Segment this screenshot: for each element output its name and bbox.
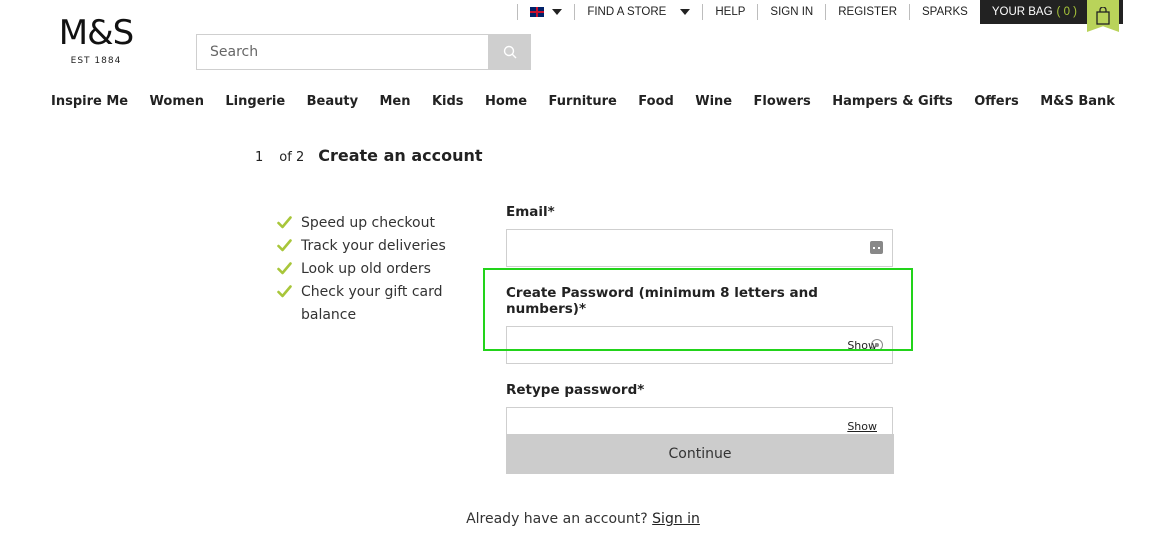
benefit-text: Check your gift card balance xyxy=(301,284,443,323)
checkmark-icon xyxy=(277,285,292,298)
bag-label: YOUR BAG xyxy=(991,6,1053,18)
nav-item-men[interactable]: Men xyxy=(373,94,418,109)
brand-logo[interactable]: M&S EST 1884 xyxy=(50,14,142,66)
help-link[interactable]: HELP xyxy=(703,0,757,24)
nav-item-inspire-me[interactable]: Inspire Me xyxy=(44,94,135,109)
nav-item-furniture[interactable]: Furniture xyxy=(542,94,624,109)
benefits-list: Speed up checkout Track your deliveries … xyxy=(277,212,447,327)
checkmark-icon xyxy=(277,216,292,229)
search-button[interactable] xyxy=(488,34,531,70)
your-bag-button[interactable]: YOUR BAG ( 0 ) xyxy=(979,0,1123,32)
find-store-link[interactable]: FIND A STORE xyxy=(575,0,702,24)
nav-item-ms-bank[interactable]: M&S Bank xyxy=(1033,94,1122,109)
step-indicator: 1 of 2 Create an account xyxy=(255,146,483,165)
search-input[interactable] xyxy=(196,34,488,70)
nav-item-hampers-gifts[interactable]: Hampers & Gifts xyxy=(825,94,960,109)
checkmark-icon xyxy=(277,262,292,275)
password-field-wrapper: Show xyxy=(506,326,893,364)
search-bar xyxy=(196,34,531,70)
nav-item-lingerie[interactable]: Lingerie xyxy=(218,94,292,109)
benefit-text: Track your deliveries xyxy=(301,238,446,254)
register-link[interactable]: REGISTER xyxy=(826,0,909,24)
benefit-text: Look up old orders xyxy=(301,261,431,277)
password-label: Create Password (minimum 8 letters and n… xyxy=(506,285,818,317)
nav-item-kids[interactable]: Kids xyxy=(425,94,471,109)
benefit-text: Speed up checkout xyxy=(301,215,435,231)
chevron-down-icon xyxy=(680,9,691,15)
have-account-text: Already have an account? xyxy=(466,511,648,527)
chevron-down-icon xyxy=(552,9,563,15)
utility-bar: FIND A STORE HELP SIGN IN REGISTER SPARK… xyxy=(517,0,1123,32)
logo-mark: M&S xyxy=(58,13,134,53)
sign-in-link[interactable]: SIGN IN xyxy=(758,0,825,24)
nav-item-beauty[interactable]: Beauty xyxy=(300,94,365,109)
nav-item-flowers[interactable]: Flowers xyxy=(747,94,818,109)
list-item: Speed up checkout xyxy=(277,212,447,235)
continue-button[interactable]: Continue xyxy=(506,434,894,474)
email-field-wrapper xyxy=(506,229,893,267)
retype-password-label: Retype password* xyxy=(506,382,645,398)
step-number: 1 xyxy=(255,150,264,165)
shopping-bag-icon xyxy=(1087,0,1119,32)
password-reveal-icon[interactable] xyxy=(871,339,883,351)
checkmark-icon xyxy=(277,239,292,252)
step-total: of 2 xyxy=(279,150,305,165)
bag-count: ( 0 ) xyxy=(1056,6,1077,18)
password-field[interactable] xyxy=(507,327,892,363)
sparks-link[interactable]: SPARKS xyxy=(910,0,980,24)
email-field[interactable] xyxy=(507,230,892,266)
uk-flag-icon xyxy=(530,7,545,17)
find-store-label: FIND A STORE xyxy=(587,6,667,18)
main-navigation: Inspire Me Women Lingerie Beauty Men Kid… xyxy=(44,94,1122,109)
show-retype-password-toggle[interactable]: Show xyxy=(847,420,877,433)
create-account-form: Email* Create Password (minimum 8 letter… xyxy=(506,204,894,445)
sign-in-prompt: Already have an account? Sign in xyxy=(0,511,1154,527)
nav-item-home[interactable]: Home xyxy=(478,94,534,109)
nav-item-wine[interactable]: Wine xyxy=(688,94,739,109)
page-title: Create an account xyxy=(318,146,483,165)
logo-established: EST 1884 xyxy=(70,56,122,66)
email-label: Email* xyxy=(506,204,555,220)
nav-item-offers[interactable]: Offers xyxy=(967,94,1026,109)
list-item: Look up old orders xyxy=(277,258,447,281)
nav-item-food[interactable]: Food xyxy=(631,94,681,109)
sign-in-link-footer[interactable]: Sign in xyxy=(652,511,700,527)
country-selector[interactable] xyxy=(518,0,574,24)
list-item: Check your gift card balance xyxy=(277,281,447,327)
search-icon xyxy=(503,45,516,59)
list-item: Track your deliveries xyxy=(277,235,447,258)
autofill-icon[interactable] xyxy=(870,241,883,254)
nav-item-women[interactable]: Women xyxy=(143,94,211,109)
